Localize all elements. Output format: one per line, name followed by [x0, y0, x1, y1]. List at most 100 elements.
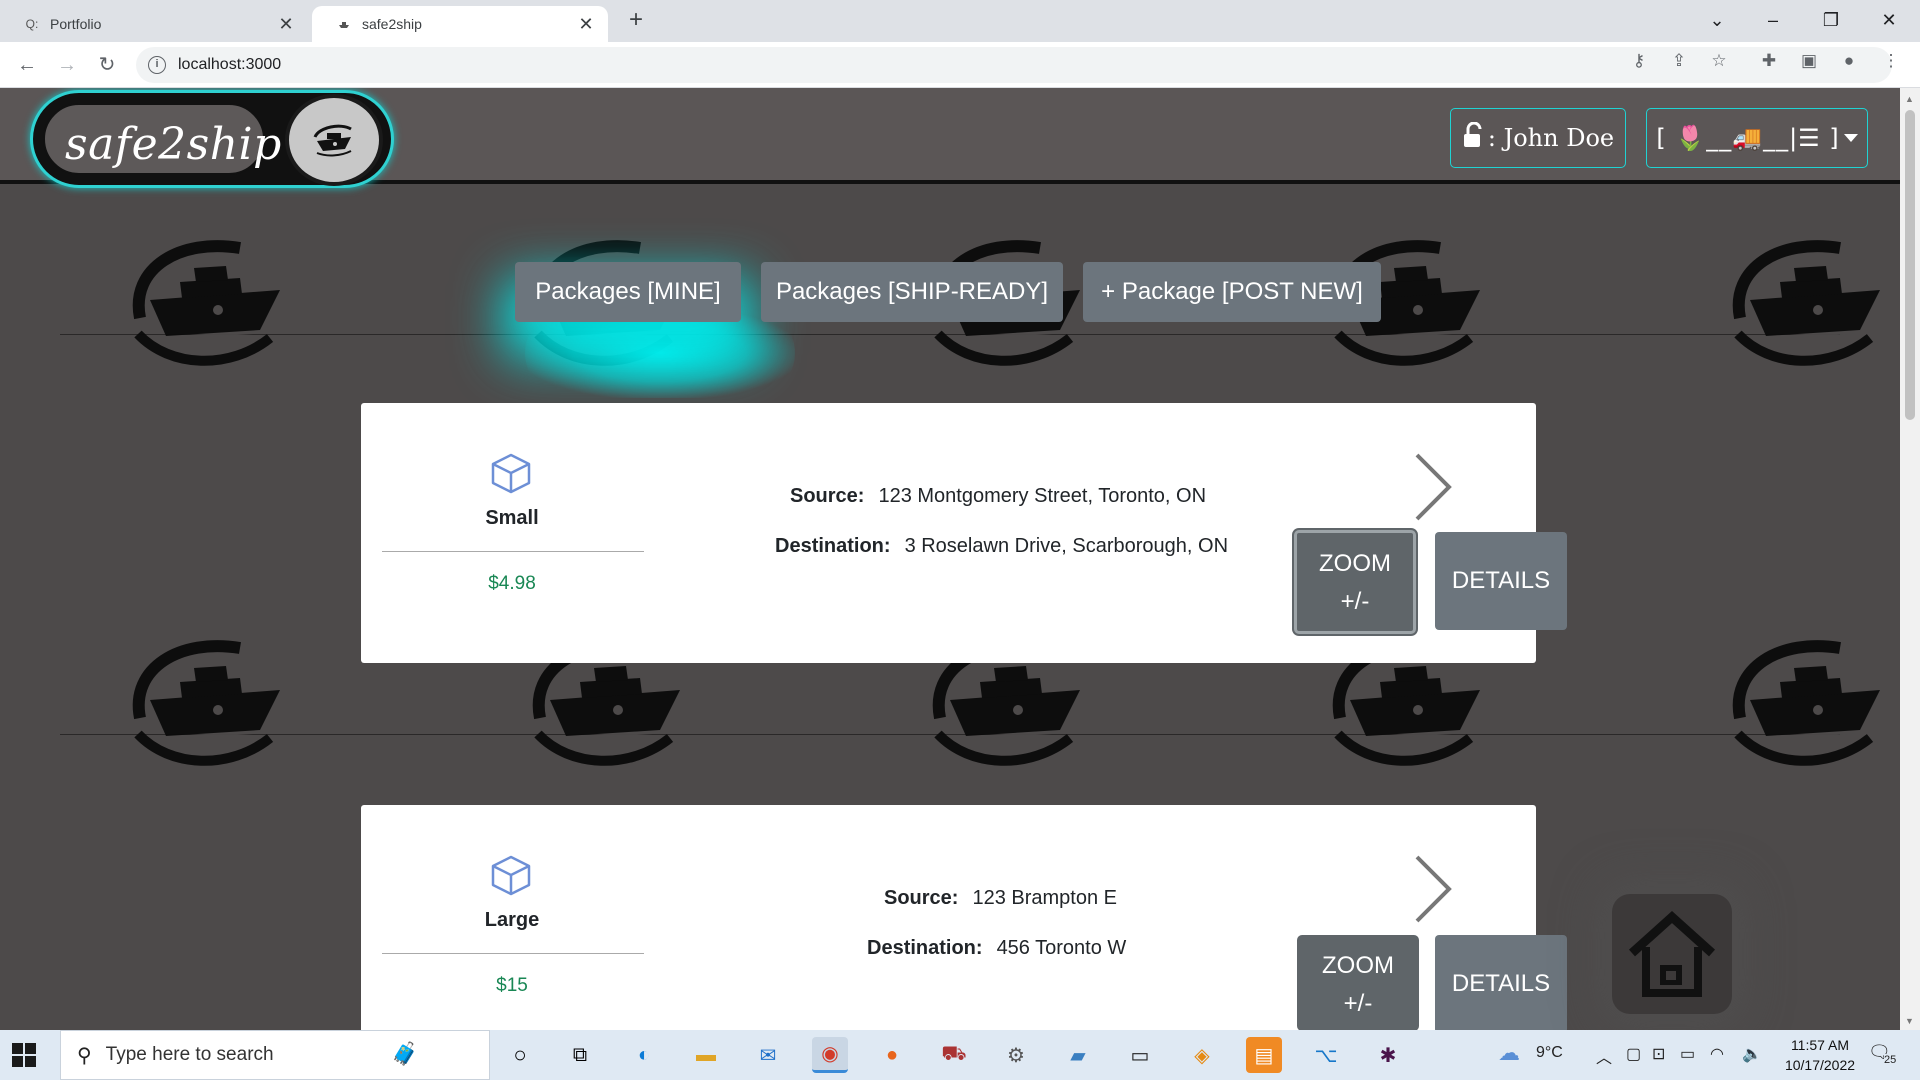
package-size: Large: [484, 909, 540, 931]
taskbar-search-box[interactable]: ⚲ Type here to search 🧳: [60, 1030, 490, 1080]
chevron-right-icon[interactable]: [1411, 853, 1455, 925]
details-button[interactable]: DETAILS: [1435, 532, 1567, 630]
bookmark-star-icon[interactable]: ☆: [1708, 50, 1730, 72]
firefox-icon[interactable]: ●: [874, 1037, 910, 1073]
file-explorer-icon[interactable]: ▬: [688, 1037, 724, 1073]
zoom-sub-label: +/-: [1340, 588, 1370, 615]
details-button[interactable]: DETAILS: [1435, 935, 1567, 1030]
share-icon[interactable]: ⇪: [1668, 50, 1690, 72]
package-size: Small: [485, 507, 539, 529]
packages-ship-ready-button[interactable]: Packages [SHIP-READY]: [761, 262, 1063, 322]
blender-icon[interactable]: ◈: [1184, 1037, 1220, 1073]
tractor-app-icon[interactable]: ⚙: [998, 1037, 1034, 1073]
brand-pill: safe2ship: [43, 103, 281, 175]
chevron-right-icon[interactable]: [1411, 451, 1455, 523]
portfolio-favicon-icon: Q:: [25, 17, 39, 31]
package-box-icon: [491, 453, 531, 494]
tab-search-chevron-icon[interactable]: ⌄: [1694, 6, 1740, 34]
page-scrollbar[interactable]: ▲ ▼: [1900, 88, 1920, 1030]
meet-now-icon[interactable]: ▢: [1626, 1044, 1641, 1064]
brand-logo[interactable]: safe2ship: [30, 90, 394, 188]
profile-avatar-icon[interactable]: ●: [1838, 50, 1860, 72]
cortana-icon[interactable]: ○: [502, 1037, 538, 1073]
destination-address: Destination: 456 Toronto W: [867, 937, 1126, 960]
chrome-icon[interactable]: ◉: [812, 1037, 848, 1073]
show-hidden-icons-icon[interactable]: ︿: [1596, 1044, 1612, 1068]
search-placeholder: Type here to search: [105, 1044, 274, 1065]
restore-button[interactable]: ❐: [1808, 6, 1854, 34]
source-address: Source: 123 Montgomery Street, Toronto, O…: [790, 485, 1206, 508]
reload-icon[interactable]: ↻: [94, 52, 120, 78]
mail-icon[interactable]: ✉: [750, 1037, 786, 1073]
packages-mine-button[interactable]: Packages [MINE]: [515, 262, 741, 322]
home-button[interactable]: [1612, 894, 1732, 1014]
terminal-icon[interactable]: ▭: [1122, 1037, 1158, 1073]
ship-favicon-icon: [336, 16, 352, 32]
site-info-icon[interactable]: i: [148, 56, 166, 74]
unlock-icon: [1462, 121, 1484, 154]
chevron-down-icon: [1843, 134, 1858, 142]
home-icon: [1628, 910, 1716, 997]
edge-icon[interactable]: ◐: [626, 1037, 662, 1073]
package-price: $4.98: [488, 573, 536, 594]
volume-icon[interactable]: 🔈: [1742, 1044, 1762, 1064]
scroll-up-arrow-icon[interactable]: ▲: [1905, 94, 1914, 104]
browser-tab-bar: Q: Portfolio ✕ safe2ship ✕ + ⌄ – ❐ ✕: [0, 0, 1920, 42]
zoom-button[interactable]: ZOOM +/-: [1297, 935, 1419, 1030]
windows-start-icon[interactable]: [12, 1043, 36, 1067]
zoom-button[interactable]: ZOOM +/-: [1294, 530, 1416, 634]
truck-app-icon[interactable]: ⛟: [936, 1037, 972, 1073]
source-label: Source:: [884, 887, 959, 909]
display-icon[interactable]: ⊡: [1652, 1044, 1665, 1064]
system-clock[interactable]: 11:57 AM 10/17/2022: [1778, 1035, 1862, 1075]
close-tab-icon[interactable]: ✕: [276, 14, 296, 34]
minimize-button[interactable]: –: [1750, 6, 1796, 34]
app-header: safe2ship : John Doe [ 🌷__🚚__|☰ ]: [0, 88, 1900, 188]
key-icon[interactable]: ⚷: [1628, 50, 1650, 72]
zoom-label: ZOOM: [1322, 952, 1394, 979]
tab-title: safe2ship: [362, 16, 422, 32]
tab-portfolio[interactable]: Q: Portfolio ✕: [0, 6, 308, 42]
search-highlight-icon: 🧳: [391, 1041, 419, 1066]
slack-icon[interactable]: ✱: [1370, 1037, 1406, 1073]
browser-menu-icon[interactable]: ⋮: [1880, 50, 1902, 72]
side-panel-icon[interactable]: ▣: [1798, 50, 1820, 72]
destination-address: Destination: 3 Roselawn Drive, Scarboroug…: [775, 535, 1228, 558]
weather-cloud-icon[interactable]: ☁: [1498, 1040, 1520, 1066]
close-window-button[interactable]: ✕: [1866, 6, 1912, 34]
user-account-button[interactable]: : John Doe: [1450, 108, 1626, 168]
task-view-icon[interactable]: ⧉: [562, 1037, 598, 1073]
weather-temperature[interactable]: 9°C: [1536, 1044, 1563, 1062]
clock-date: 10/17/2022: [1784, 1057, 1856, 1073]
search-icon: ⚲: [77, 1044, 92, 1067]
notes-app-icon[interactable]: ▰: [1060, 1037, 1096, 1073]
tab-safe2ship[interactable]: safe2ship ✕: [312, 6, 608, 42]
battery-icon[interactable]: ▭: [1680, 1044, 1695, 1064]
new-tab-button[interactable]: +: [624, 8, 648, 33]
source-label: Source:: [790, 485, 865, 507]
main-menu-dropdown[interactable]: [ 🌷__🚚__|☰ ]: [1646, 108, 1868, 168]
package-card: Small $4.98 Source: 123 Montgomery Street…: [361, 403, 1567, 663]
divider: [382, 551, 644, 552]
browser-toolbar: ← → ↻ i localhost:3000 ⚷ ⇪ ☆ ✚ ▣ ● ⋮: [0, 42, 1920, 88]
brand-name: safe2ship: [65, 119, 282, 170]
url-text[interactable]: localhost:3000: [178, 56, 281, 74]
wifi-icon[interactable]: ◠: [1710, 1044, 1724, 1064]
source-value: 123 Montgomery Street, Toronto, ON: [878, 485, 1207, 507]
extensions-puzzle-icon[interactable]: ✚: [1758, 50, 1780, 72]
forward-arrow-icon[interactable]: →: [54, 52, 80, 78]
background-ship-icon: [132, 640, 280, 766]
notification-center-icon[interactable]: 🗨 25: [1868, 1042, 1897, 1066]
back-arrow-icon[interactable]: ←: [14, 52, 40, 78]
scroll-down-arrow-icon[interactable]: ▼: [1905, 1016, 1914, 1026]
notification-count: 25: [1884, 1054, 1897, 1066]
package-card: Large $15 Source: 123 Brampton E Destinat…: [361, 805, 1567, 1030]
close-tab-icon[interactable]: ✕: [576, 14, 596, 34]
vscode-icon[interactable]: ⌥: [1308, 1037, 1344, 1073]
source-value: 123 Brampton E: [972, 887, 1117, 909]
ship-logo-icon: [285, 94, 383, 186]
tab-title: Portfolio: [50, 16, 102, 32]
scrollbar-thumb[interactable]: [1905, 110, 1915, 420]
pdf-app-icon[interactable]: ▤: [1246, 1037, 1282, 1073]
post-new-package-button[interactable]: + Package [POST NEW]: [1083, 262, 1381, 322]
